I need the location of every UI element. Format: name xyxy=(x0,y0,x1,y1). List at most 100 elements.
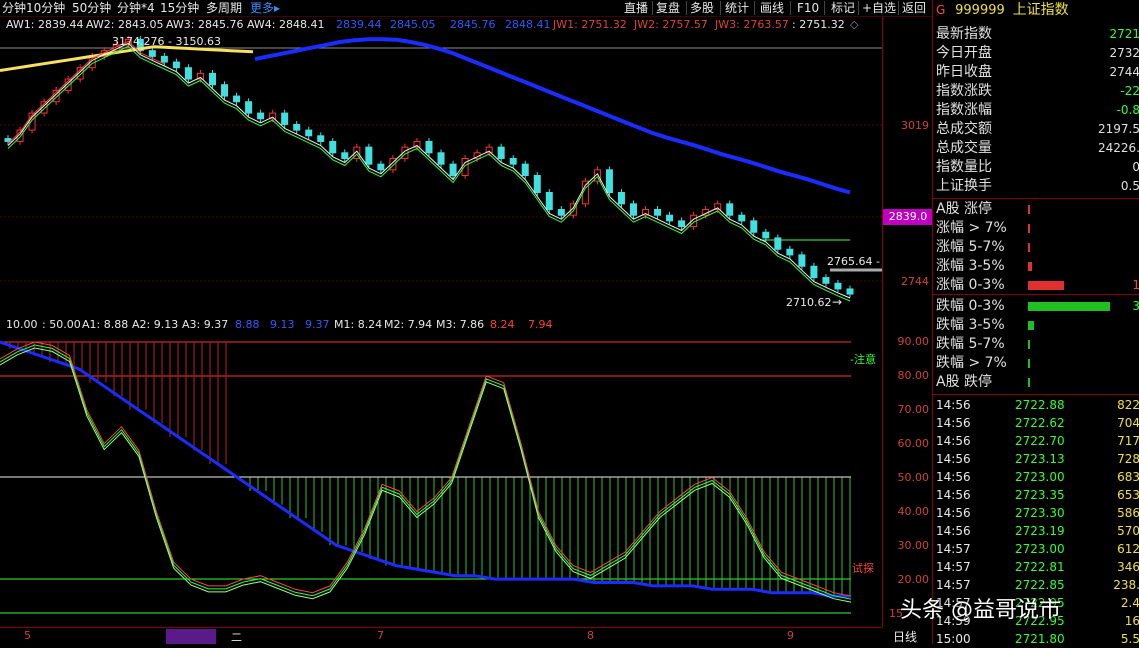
tick-time: 14:56 xyxy=(936,434,971,448)
candle-body xyxy=(726,203,734,216)
tick-volume: 612 xyxy=(1117,542,1139,556)
period-daily-tab[interactable]: 日线 xyxy=(893,628,917,645)
candle-body xyxy=(257,112,265,120)
stat-label: 昨日收盘 xyxy=(936,64,992,80)
stat-label: 指数量比 xyxy=(936,159,992,175)
dist-label: 跌幅 5-7% xyxy=(936,336,1005,352)
tick-volume: 346 xyxy=(1117,560,1139,574)
period-50min[interactable]: 50分钟 xyxy=(72,0,111,16)
stat-value: -0.8 xyxy=(1116,103,1139,117)
fall-bar xyxy=(1028,359,1030,368)
candle-body xyxy=(365,146,373,165)
stat-value: -22 xyxy=(1120,84,1139,98)
tick-volume: 683 xyxy=(1117,470,1139,484)
ma-white-line xyxy=(7,42,851,299)
candle-body xyxy=(160,55,168,63)
top-range-label: 3174.276 - 3150.63 xyxy=(112,35,221,48)
tick-row: 14:56 2722.88 822 xyxy=(933,396,1139,414)
tick-row: 14:56 2723.30 586 xyxy=(933,504,1139,522)
tick-price: 2723.35 xyxy=(1015,488,1065,502)
main-chart[interactable]: 3174.276 - 3150.63 2765.64 - 2710.62 → xyxy=(0,17,882,315)
sub-axis-50: 50.00 xyxy=(897,471,930,484)
candle-body xyxy=(822,277,830,284)
stat-label: 总成交额 xyxy=(936,121,992,137)
candle-body xyxy=(774,237,782,250)
fall-bar xyxy=(1028,340,1030,349)
period-15min[interactable]: 15分钟 xyxy=(160,0,199,16)
mark-button[interactable]: 标记 xyxy=(831,0,855,16)
add-watchlist-button[interactable]: +自选 xyxy=(862,0,896,16)
dist-label: A股 跌停 xyxy=(936,374,993,390)
tick-volume: 728 xyxy=(1117,452,1139,466)
sub-indicator-chart[interactable]: -注意 试探 xyxy=(0,317,882,627)
candles xyxy=(4,35,854,298)
tick-row: 15:00 2721.80 5.5 xyxy=(933,630,1139,648)
tick-volume: 570 xyxy=(1117,524,1139,538)
tick-volume: 16 xyxy=(1124,614,1139,628)
candle-body xyxy=(305,129,313,137)
period-1min[interactable]: 分钟 xyxy=(2,0,26,16)
candle-body xyxy=(750,220,758,233)
ma-green-line xyxy=(7,45,851,302)
stat-label: 最新指数 xyxy=(936,26,992,42)
tick-volume: 5.5 xyxy=(1120,632,1139,646)
candle-body xyxy=(617,192,625,205)
panel-header: G 999999 上证指数 xyxy=(936,1,1069,19)
candle-body xyxy=(184,67,192,80)
tick-volume: 238. xyxy=(1113,578,1139,592)
tick-row: 14:56 2722.70 717 xyxy=(933,432,1139,450)
tick-row: 14:56 2722.62 704 xyxy=(933,414,1139,432)
sub-axis-20: 20.00 xyxy=(897,573,930,586)
candle-body xyxy=(449,163,457,176)
period-min4[interactable]: 分钟*4 xyxy=(117,0,155,16)
more-menu[interactable]: 更多▸ xyxy=(250,0,280,16)
quote-panel: G 999999 上证指数 最新指数 2721 今日开盘 2732 昨日收盘 2744 指数… xyxy=(932,0,1139,646)
tick-row: 14:57 2723.00 612 xyxy=(933,540,1139,558)
f10-button[interactable]: F10 xyxy=(797,0,819,16)
multi-stock-button[interactable]: 多股 xyxy=(690,0,714,16)
stat-label: 指数涨幅 xyxy=(936,102,992,118)
tick-time: 14:56 xyxy=(936,398,971,412)
stat-value: 24226. xyxy=(1098,141,1139,155)
date-axis: 5 二 7 8 9 xyxy=(0,627,882,645)
date-label-2: 二 xyxy=(231,631,242,644)
dist-label: 涨幅 0-3% xyxy=(936,277,1005,293)
date-label-5: 5 xyxy=(24,629,31,642)
stat-label: 总成交量 xyxy=(936,140,992,156)
tick-price: 2722.88 xyxy=(1015,398,1065,412)
candle-body xyxy=(846,288,854,295)
tick-time: 14:56 xyxy=(936,524,971,538)
draw-line-button[interactable]: 画线 xyxy=(760,0,784,16)
g-badge: G xyxy=(936,3,946,17)
dist-label: 涨幅 > 7% xyxy=(936,220,1007,236)
fall-bar xyxy=(1028,302,1110,311)
live-button[interactable]: 直播 xyxy=(624,0,648,16)
period-multi[interactable]: 多周期 xyxy=(206,0,242,16)
right-mark-label: 2765.64 - xyxy=(827,255,880,268)
review-button[interactable]: 复盘 xyxy=(656,0,680,16)
candle-body xyxy=(678,220,686,228)
tick-volume: 586 xyxy=(1117,506,1139,520)
stock-code: 999999 xyxy=(955,3,1005,18)
stat-value: 2732 xyxy=(1109,46,1139,60)
period-10min[interactable]: 10分钟 xyxy=(26,0,65,16)
tick-price: 2722.81 xyxy=(1015,560,1065,574)
axis-label-2744: 2744 xyxy=(901,275,929,288)
date-highlight xyxy=(166,629,216,644)
sub-axis-30: 30.00 xyxy=(897,539,930,552)
candle-body xyxy=(509,157,517,165)
stats-button[interactable]: 统计 xyxy=(725,0,749,16)
stat-label: 今日开盘 xyxy=(936,45,992,61)
tick-time: 14:56 xyxy=(936,506,971,520)
back-button[interactable]: 返回 xyxy=(902,0,926,16)
rise-bar xyxy=(1028,262,1033,271)
candle-body xyxy=(425,140,433,154)
tick-time: 14:57 xyxy=(936,560,971,574)
attention-label: -注意 xyxy=(850,352,876,366)
stat-label: 上证换手 xyxy=(936,178,992,194)
stat-value: 0.5 xyxy=(1120,179,1139,193)
candle-body xyxy=(738,214,746,222)
arrow-right-icon: → xyxy=(832,295,842,309)
candle-body xyxy=(834,282,842,290)
candle-body xyxy=(786,248,794,256)
